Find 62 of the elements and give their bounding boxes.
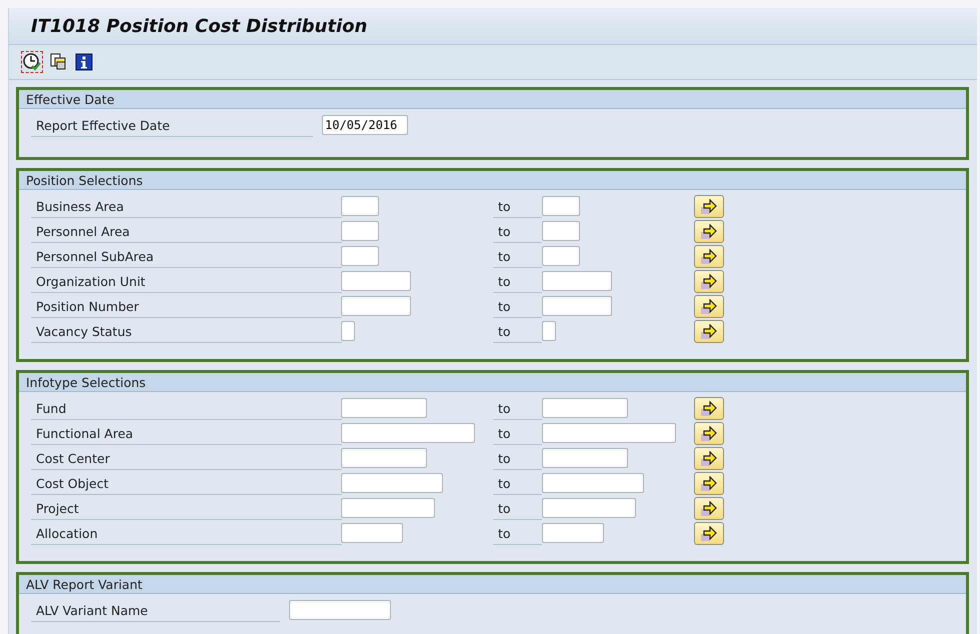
input-field[interactable] xyxy=(542,221,580,241)
input-field[interactable] xyxy=(341,498,435,518)
arrow-icon xyxy=(700,476,718,492)
info-icon xyxy=(75,53,93,71)
multiple-selection-button[interactable] xyxy=(694,422,724,445)
multiple-selection-button[interactable] xyxy=(694,522,724,545)
toolbar-button[interactable] xyxy=(73,51,95,73)
multiple-selection-button[interactable] xyxy=(694,472,724,495)
input-field[interactable] xyxy=(341,473,443,493)
arrow-icon xyxy=(700,450,718,466)
input-field[interactable] xyxy=(542,296,612,316)
window-title: IT1018 Position Cost Distribution xyxy=(31,16,368,36)
input-field[interactable] xyxy=(542,423,676,443)
input-field[interactable] xyxy=(289,600,391,620)
input-field[interactable]: 10/05/2016 xyxy=(322,115,408,135)
multiple-selection-button[interactable] xyxy=(694,245,724,268)
arrow-icon xyxy=(700,248,718,264)
input-field[interactable] xyxy=(341,246,379,266)
input-field[interactable] xyxy=(341,523,403,543)
input-field[interactable] xyxy=(542,473,644,493)
multiple-selection-button[interactable] xyxy=(694,220,724,243)
arrow-icon xyxy=(700,324,718,340)
field-label: Report Effective Date xyxy=(31,117,313,137)
arrow-icon xyxy=(700,274,718,290)
input-field[interactable] xyxy=(542,321,556,341)
input-field[interactable] xyxy=(542,448,628,468)
section-title: Position Selections xyxy=(19,171,966,190)
toolbar-button[interactable] xyxy=(21,51,43,73)
arrow-icon xyxy=(700,224,718,240)
input-field[interactable] xyxy=(341,321,355,341)
multiple-selection-button[interactable] xyxy=(694,295,724,318)
input-field[interactable] xyxy=(542,196,580,216)
multiple-selection-button[interactable] xyxy=(694,195,724,218)
arrow-icon xyxy=(700,400,718,416)
section-title: Effective Date xyxy=(19,90,966,109)
multiple-selection-button[interactable] xyxy=(694,497,724,520)
arrow-icon xyxy=(700,526,718,542)
input-field[interactable] xyxy=(542,271,612,291)
clock-check-icon xyxy=(23,53,41,71)
multiple-selection-button[interactable] xyxy=(694,270,724,293)
input-field[interactable] xyxy=(542,398,628,418)
input-field[interactable] xyxy=(341,221,379,241)
input-field[interactable] xyxy=(341,423,475,443)
arrow-icon xyxy=(700,298,718,314)
input-field[interactable] xyxy=(341,296,411,316)
multiple-selection-button[interactable] xyxy=(694,320,724,343)
arrow-icon xyxy=(700,198,718,214)
input-field[interactable] xyxy=(542,246,580,266)
arrow-icon xyxy=(700,426,718,442)
multiple-selection-button[interactable] xyxy=(694,397,724,420)
field-label: ALV Variant Name xyxy=(31,602,280,622)
section-title: Infotype Selections xyxy=(19,373,966,392)
documents-icon xyxy=(49,53,67,71)
input-field[interactable] xyxy=(341,398,427,418)
input-field[interactable] xyxy=(341,448,427,468)
arrow-icon xyxy=(700,500,718,516)
multiple-selection-button[interactable] xyxy=(694,447,724,470)
input-field[interactable] xyxy=(341,271,411,291)
section-title: ALV Report Variant xyxy=(19,575,966,594)
input-field[interactable] xyxy=(341,196,379,216)
input-field[interactable] xyxy=(542,523,604,543)
input-field[interactable] xyxy=(542,498,636,518)
